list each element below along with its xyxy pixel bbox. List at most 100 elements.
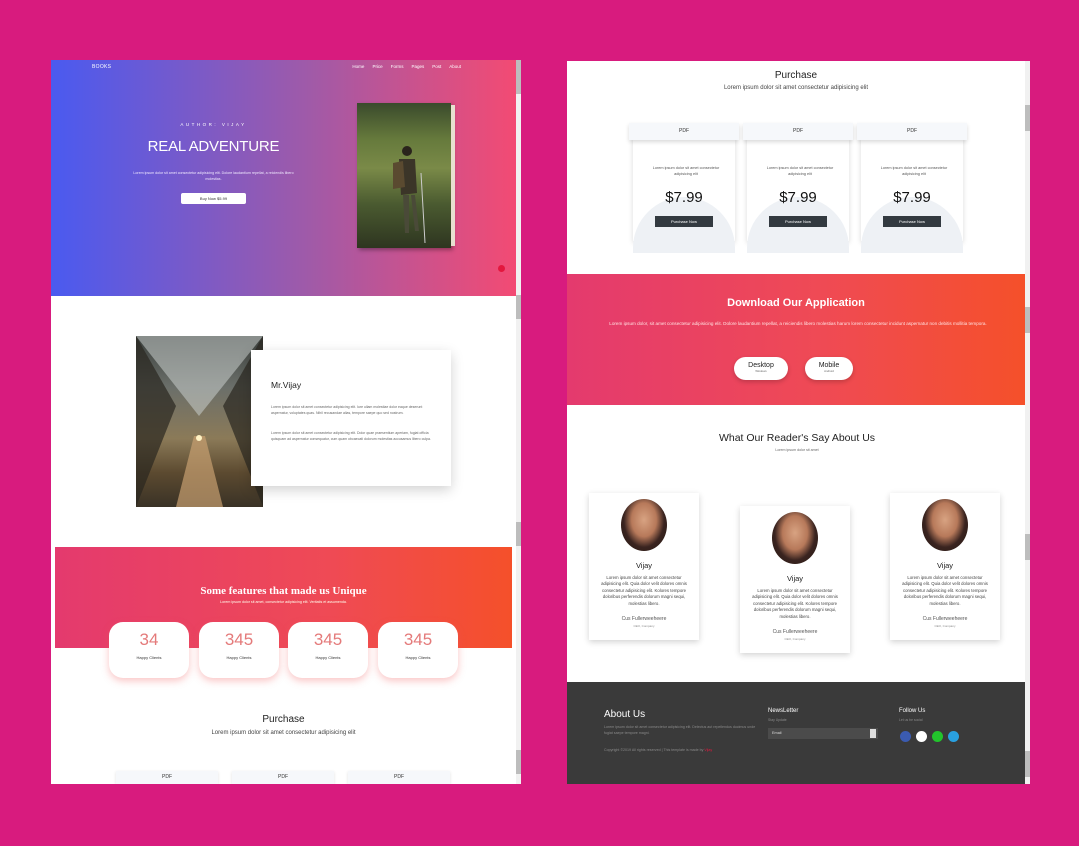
avatar — [922, 499, 968, 551]
author-card: Mr.Vijay Lorem ipsum dolor sit amet cons… — [251, 350, 451, 486]
pdf-tab[interactable]: PDF — [743, 123, 853, 140]
newsletter-subtitle: Stay Update — [768, 718, 787, 722]
review-text: Lorem ipsum dolor sit amet consectetur a… — [601, 575, 687, 606]
review-text: Lorem ipsum dolor sit amet consectetur a… — [752, 588, 838, 619]
button-label: Mobile — [818, 362, 840, 369]
nav-home[interactable]: Home — [352, 64, 364, 69]
newsletter-submit-button[interactable] — [870, 729, 876, 738]
reviewer-signature: Cus Fullerweeheere — [621, 616, 667, 622]
author-paragraph-2: Lorem ipsum dolor sit amet consectetur a… — [271, 431, 431, 441]
button-label: Desktop — [748, 362, 774, 369]
facebook-icon[interactable] — [900, 731, 911, 742]
price-value: $7.99 — [665, 189, 703, 206]
counter-card: 34 Happy Clients — [109, 622, 189, 678]
reviews-subtitle: Lorem ipsum dolor sit amet — [775, 448, 819, 452]
scrollbar-thumb[interactable] — [516, 522, 521, 546]
purchase-subtitle: Lorem ipsum dolor sit amet consectetur a… — [211, 730, 356, 736]
hero-subtitle: AUTHOR: VIJAY — [180, 122, 247, 127]
features-subtitle: Lorem ipsum dolor sit amet, consectetur … — [220, 600, 347, 604]
buy-now-button[interactable]: Buy Now $5.99 — [181, 193, 246, 204]
pdf-tab[interactable]: PDF — [348, 771, 450, 784]
newsletter-title: NewsLetter — [768, 708, 799, 714]
pdf-tab[interactable]: PDF — [116, 771, 218, 784]
follow-subtitle: Let us be social — [899, 718, 923, 722]
purchase-now-button[interactable]: Purchase Now — [883, 216, 941, 227]
counter-label: Happy Clients — [315, 655, 341, 660]
footer: About Us Lorem ipsum dolor sit amet cons… — [567, 682, 1025, 784]
avatar — [621, 499, 667, 551]
price-card: Lorem ipsum dolor sit amet consectetur a… — [743, 123, 853, 253]
scrollbar[interactable] — [1025, 61, 1030, 784]
whatsapp-icon[interactable] — [932, 731, 943, 742]
scrollbar-thumb[interactable] — [1025, 105, 1030, 131]
counter-card: 345 Happy Clients — [199, 622, 279, 678]
nav-pages[interactable]: Pages — [411, 64, 424, 69]
download-app-band: Download Our Application Lorem ipsum dol… — [567, 274, 1025, 405]
features-title: Some features that made us Unique — [200, 585, 367, 597]
nav-about[interactable]: About — [449, 64, 461, 69]
scroll-to-top-dot[interactable] — [498, 265, 505, 272]
twitter-icon[interactable] — [916, 731, 927, 742]
mobile-download-button[interactable]: Mobile Android — [805, 357, 853, 380]
hero-text: Lorem ipsum dolor sit amet consectetur a… — [133, 171, 294, 181]
hiker-illustration — [393, 146, 426, 244]
nav-forms[interactable]: Forms — [391, 64, 404, 69]
footer-about-title: About Us — [604, 709, 646, 720]
reviewer-role: CEO, Company — [633, 624, 655, 628]
price-description: Lorem ipsum dolor sit amet consectetur a… — [652, 166, 720, 176]
review-text: Lorem ipsum dolor sit amet consectetur a… — [902, 575, 988, 606]
counter-label: Happy Clients — [226, 655, 252, 660]
reviewer-name: Vijay — [936, 561, 954, 570]
review-card: Vijay Lorem ipsum dolor sit amet consect… — [740, 506, 850, 653]
reviewer-signature: Cus Fullerweeheere — [772, 629, 818, 635]
nav-price[interactable]: Price — [372, 64, 382, 69]
copyright: Copyright ©2019 All rights reserved | Th… — [604, 748, 784, 752]
footer-about-text: Lorem ipsum dolor sit amet consectetur a… — [604, 725, 756, 735]
scrollbar-thumb[interactable] — [1025, 751, 1030, 777]
pdf-tab[interactable]: PDF — [629, 123, 739, 140]
purchase-now-button[interactable]: Purchase Now — [655, 216, 713, 227]
scrollbar-thumb[interactable] — [516, 60, 521, 94]
copyright-text: Copyright ©2019 All rights reserved | Th… — [604, 748, 704, 752]
brand-logo[interactable]: BOOKS — [92, 64, 111, 70]
right-page-screenshot: Purchase Lorem ipsum dolor sit amet cons… — [567, 61, 1030, 784]
nav-post[interactable]: Post — [432, 64, 441, 69]
follow-title: Follow Us — [899, 708, 926, 714]
app-title: Download Our Application — [727, 297, 865, 309]
hero-section: BOOKS Home Price Forms Pages Post About … — [51, 60, 521, 296]
counter-card: 345 Happy Clients — [288, 622, 368, 678]
counter-value: 34 — [139, 630, 159, 649]
scrollbar-thumb[interactable] — [516, 750, 521, 774]
price-card: Lorem ipsum dolor sit amet consectetur a… — [857, 123, 967, 253]
reviews-title: What Our Reader's Say About Us — [718, 432, 876, 444]
top-nav: Home Price Forms Pages Post About — [352, 64, 461, 69]
pdf-tab[interactable]: PDF — [232, 771, 334, 784]
counter-label: Happy Clients — [405, 655, 431, 660]
copyright-link[interactable]: Vijay — [704, 748, 712, 752]
reviewer-signature: Cus Fullerweeheere — [922, 616, 968, 622]
book-cover-image — [357, 103, 455, 248]
skype-icon[interactable] — [948, 731, 959, 742]
review-card: Vijay Lorem ipsum dolor sit amet consect… — [890, 493, 1000, 640]
reviewer-name: Vijay — [786, 574, 804, 583]
author-paragraph-1: Lorem ipsum dolor sit amet consectetur a… — [271, 405, 423, 415]
price-value: $7.99 — [779, 189, 817, 206]
price-description: Lorem ipsum dolor sit amet consectetur a… — [880, 166, 948, 176]
reviewer-role: CEO, Company — [934, 624, 956, 628]
reviewer-name: Vijay — [635, 561, 653, 570]
counter-value: 345 — [403, 630, 433, 649]
scrollbar[interactable] — [516, 60, 521, 784]
avatar — [772, 512, 818, 564]
desktop-download-button[interactable]: Desktop Windows — [734, 357, 788, 380]
scrollbar-thumb[interactable] — [1025, 307, 1030, 333]
button-sublabel: Android — [824, 369, 834, 373]
newsletter-email-input[interactable]: Email — [768, 728, 878, 739]
scrollbar-thumb[interactable] — [1025, 534, 1030, 560]
scrollbar-thumb[interactable] — [516, 295, 521, 319]
counter-label: Happy Clients — [136, 655, 162, 660]
pdf-tab[interactable]: PDF — [857, 123, 967, 140]
purchase-now-button[interactable]: Purchase Now — [769, 216, 827, 227]
arcade-illustration — [136, 336, 263, 507]
purchase-title: Purchase — [774, 70, 818, 81]
price-value: $7.99 — [893, 189, 931, 206]
